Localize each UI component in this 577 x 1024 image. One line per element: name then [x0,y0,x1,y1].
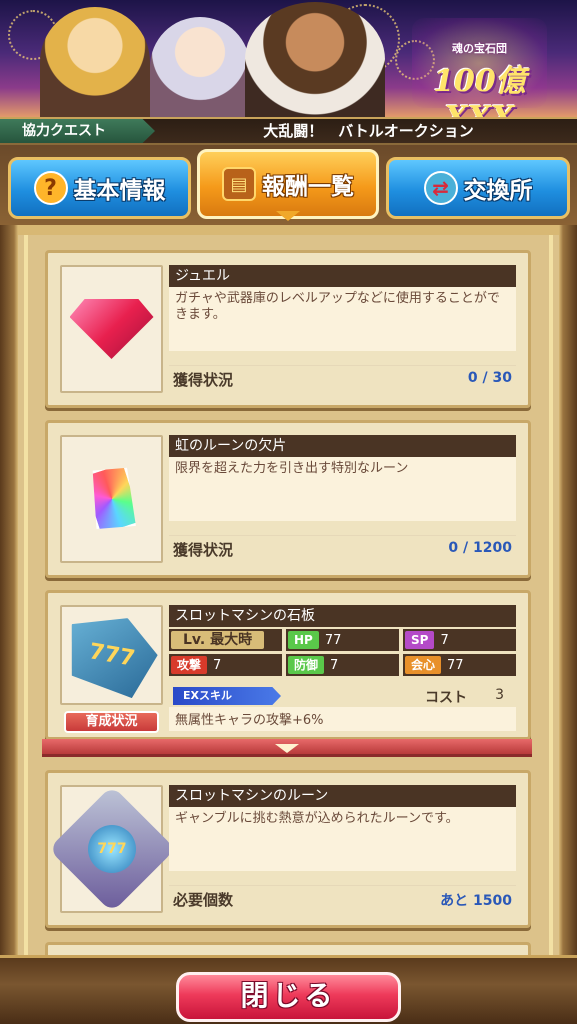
question-icon: ? [33,171,68,205]
tab-exchange[interactable]: ⇄ 交換所 [386,157,570,219]
character-portrait-3 [245,2,385,117]
reward-status: 獲得状況 0 / 30 [169,365,516,389]
hp-label: HP [288,631,319,649]
breadcrumb-bar: 協力クエスト 大乱闘！ バトルオークション [0,117,577,145]
sp-label: SP [405,631,435,649]
defense-label: 防御 [288,656,325,674]
jewel-icon [69,299,154,359]
slot-machine-slate-icon: 777 [60,609,162,701]
attack-value: 7 [213,657,222,673]
reward-thumbnail [60,265,163,393]
footer: 閉じる [0,955,577,1024]
critical-label: 会心 [405,656,442,674]
exchange-icon: ⇄ [423,171,458,205]
status-label: 獲得状況 [173,541,234,559]
expand-details-bar[interactable] [42,739,532,757]
defense-value: 7 [330,657,339,673]
tab-bar: ? 基本情報 ▤ 報酬一覧 ⇄ 交換所 [0,145,577,225]
cost-value: 3 [495,687,504,703]
growth-status-button[interactable]: 育成状況 [64,711,159,733]
ex-skill-tag: EXスキル [173,687,281,705]
chevron-down-icon [275,744,299,753]
status-label: 獲得状況 [173,371,234,389]
hp-value: 77 [324,632,342,648]
stat-defense: 防御 7 [286,654,399,676]
tab-label: 基本情報 [73,178,166,204]
critical-value: 77 [447,657,464,673]
sp-value: 7 [440,632,449,648]
tab-basic-info[interactable]: ? 基本情報 [8,157,191,219]
page-title: 大乱闘！ バトルオークション [263,122,474,140]
stat-critical: 会心 77 [403,654,516,676]
level-label: Lv. 最大時 [171,631,265,649]
breadcrumb: 協力クエスト [0,119,155,143]
skill-description: 無属性キャラの攻撃+6% [169,707,516,731]
stat-attack: 攻撃 7 [169,654,282,676]
character-portrait-1 [40,7,150,117]
status-value: 0 / 1200 [448,540,512,556]
treasure-chest-icon: ▤ [222,167,256,201]
reward-description: 限界を超えた力を引き出す特別なルーン [169,457,516,521]
status-label: 必要個数 [173,891,234,909]
close-button[interactable]: 閉じる [176,972,401,1022]
reward-name: スロットマシンのルーン [169,785,516,807]
reward-thumbnail: 777 [47,785,176,913]
reward-name: 虹のルーンの欠片 [169,435,516,457]
reward-description: ギャンブルに挑む熱意が込められたルーンです。 [169,807,516,871]
reward-thumbnail: 777 [60,605,163,705]
event-logo-subtitle: 魂の宝石団 [452,42,507,55]
tab-label: 交換所 [463,178,533,204]
stat-level: Lv. 最大時 [169,629,282,651]
event-logo: 魂の宝石団 100億XXX [412,18,547,117]
reward-thumbnail [60,435,163,563]
stat-grid: Lv. 最大時 HP 77 SP 7 攻撃 7 防御 7 会心 77 [169,629,516,679]
tab-label: 報酬一覧 [262,174,354,200]
ex-skill-row: EXスキル コスト 3 [169,687,516,706]
reward-description: ガチャや武器庫のレベルアップなどに使用することができます。 [169,287,516,351]
attack-label: 攻撃 [171,656,208,674]
cost-label: コスト [425,690,467,706]
character-portrait-2 [150,17,250,117]
reward-card-rainbow-rune[interactable]: 虹のルーンの欠片 限界を超えた力を引き出す特別なルーン 獲得状況 0 / 120… [45,420,531,578]
event-banner[interactable]: 魂の宝石団 100億XXX [0,0,577,117]
stat-hp: HP 77 [286,629,399,651]
active-tab-indicator [276,211,300,221]
reward-status: 獲得状況 0 / 1200 [169,535,516,559]
reward-card-slot-rune[interactable]: 777 スロットマシンのルーン ギャンブルに挑む熱意が込められたルーンです。 必… [45,770,531,928]
reward-name: ジュエル [169,265,516,287]
reward-status: 必要個数 あと 1500 [169,885,516,909]
rainbow-rune-shard-icon [78,460,144,538]
reward-name: スロットマシンの石板 [169,605,516,627]
tab-reward-list[interactable]: ▤ 報酬一覧 [197,149,379,219]
status-value: あと 1500 [440,893,512,909]
reward-card-jewel[interactable]: ジュエル ガチャや武器庫のレベルアップなどに使用することができます。 獲得状況 … [45,250,531,408]
event-logo-title: 100億XXX [433,64,526,117]
slot-machine-rune-icon: 777 [47,785,176,913]
status-value: 0 / 30 [467,370,512,386]
reward-card-slot-slate[interactable]: 777 育成状況 スロットマシンの石板 Lv. 最大時 HP 77 SP 7 攻… [45,590,531,740]
stat-sp: SP 7 [403,629,516,651]
